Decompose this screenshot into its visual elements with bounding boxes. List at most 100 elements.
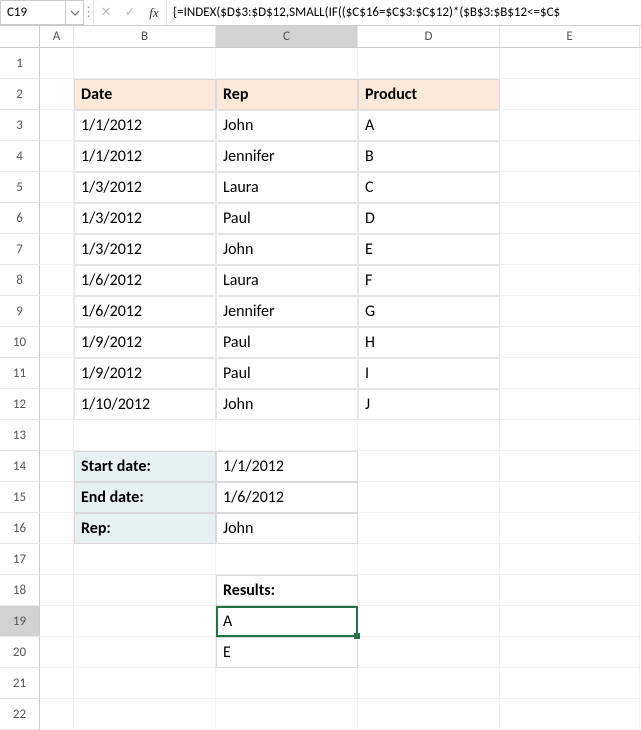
row-header-22[interactable]: 22: [0, 699, 40, 730]
cell-A20[interactable]: [40, 637, 74, 668]
cell-C1[interactable]: [216, 48, 358, 79]
cell-B3[interactable]: 1/1/2012: [74, 110, 216, 141]
cell-A21[interactable]: [40, 668, 74, 699]
cell-A2[interactable]: [40, 79, 74, 110]
row-header-14[interactable]: 14: [0, 451, 40, 482]
cell-C14[interactable]: 1/1/2012: [216, 451, 358, 482]
cell-B2[interactable]: Date: [74, 79, 216, 110]
cell-D8[interactable]: F: [358, 265, 500, 296]
cell-B15[interactable]: End date:: [74, 482, 216, 513]
cell-E7[interactable]: [500, 234, 640, 265]
cell-A18[interactable]: [40, 575, 74, 606]
row-header-2[interactable]: 2: [0, 79, 40, 110]
cell-B6[interactable]: 1/3/2012: [74, 203, 216, 234]
cell-A13[interactable]: [40, 420, 74, 451]
cell-E6[interactable]: [500, 203, 640, 234]
cell-D9[interactable]: G: [358, 296, 500, 327]
cell-D21[interactable]: [358, 668, 500, 699]
cell-C3[interactable]: John: [216, 110, 358, 141]
cell-E3[interactable]: [500, 110, 640, 141]
cell-E20[interactable]: [500, 637, 640, 668]
col-header-D[interactable]: D: [358, 26, 500, 47]
cell-D12[interactable]: J: [358, 389, 500, 420]
cell-C4[interactable]: Jennifer: [216, 141, 358, 172]
cell-C20[interactable]: E: [216, 637, 358, 668]
cell-C17[interactable]: [216, 544, 358, 575]
cell-C13[interactable]: [216, 420, 358, 451]
cell-C15[interactable]: 1/6/2012: [216, 482, 358, 513]
cell-B11[interactable]: 1/9/2012: [74, 358, 216, 389]
cell-D10[interactable]: H: [358, 327, 500, 358]
cell-D6[interactable]: D: [358, 203, 500, 234]
cell-B12[interactable]: 1/10/2012: [74, 389, 216, 420]
cell-E16[interactable]: [500, 513, 640, 544]
col-header-B[interactable]: B: [74, 26, 216, 47]
cell-D16[interactable]: [358, 513, 500, 544]
cell-E4[interactable]: [500, 141, 640, 172]
cell-E15[interactable]: [500, 482, 640, 513]
cell-E1[interactable]: [500, 48, 640, 79]
cell-D7[interactable]: E: [358, 234, 500, 265]
cell-B1[interactable]: [74, 48, 216, 79]
cell-B14[interactable]: Start date:: [74, 451, 216, 482]
row-header-18[interactable]: 18: [0, 575, 40, 606]
cell-E18[interactable]: [500, 575, 640, 606]
row-header-17[interactable]: 17: [0, 544, 40, 575]
row-header-1[interactable]: 1: [0, 48, 40, 79]
cell-C18[interactable]: Results:: [216, 575, 358, 606]
cell-A22[interactable]: [40, 699, 74, 730]
cell-A6[interactable]: [40, 203, 74, 234]
row-header-7[interactable]: 7: [0, 234, 40, 265]
cell-E5[interactable]: [500, 172, 640, 203]
cell-D22[interactable]: [358, 699, 500, 730]
row-header-20[interactable]: 20: [0, 637, 40, 668]
cell-B20[interactable]: [74, 637, 216, 668]
row-header-16[interactable]: 16: [0, 513, 40, 544]
cell-C7[interactable]: John: [216, 234, 358, 265]
row-header-10[interactable]: 10: [0, 327, 40, 358]
row-header-13[interactable]: 13: [0, 420, 40, 451]
cell-E11[interactable]: [500, 358, 640, 389]
cell-A16[interactable]: [40, 513, 74, 544]
row-header-3[interactable]: 3: [0, 110, 40, 141]
cell-C21[interactable]: [216, 668, 358, 699]
cell-A5[interactable]: [40, 172, 74, 203]
cell-E8[interactable]: [500, 265, 640, 296]
cell-D18[interactable]: [358, 575, 500, 606]
cell-B17[interactable]: [74, 544, 216, 575]
cell-A1[interactable]: [40, 48, 74, 79]
name-box[interactable]: C19: [0, 0, 66, 25]
col-header-C[interactable]: C: [216, 26, 358, 47]
cell-D1[interactable]: [358, 48, 500, 79]
cell-B16[interactable]: Rep:: [74, 513, 216, 544]
formula-input[interactable]: {=INDEX($D$3:$D$12,SMALL(IF(($C$16=$C$3:…: [167, 0, 641, 25]
cell-A3[interactable]: [40, 110, 74, 141]
cell-A17[interactable]: [40, 544, 74, 575]
row-header-12[interactable]: 12: [0, 389, 40, 420]
cell-B18[interactable]: [74, 575, 216, 606]
cell-C6[interactable]: Paul: [216, 203, 358, 234]
cell-E2[interactable]: [500, 79, 640, 110]
cell-E13[interactable]: [500, 420, 640, 451]
cell-B5[interactable]: 1/3/2012: [74, 172, 216, 203]
cell-A12[interactable]: [40, 389, 74, 420]
cell-B7[interactable]: 1/3/2012: [74, 234, 216, 265]
cell-B4[interactable]: 1/1/2012: [74, 141, 216, 172]
cell-E17[interactable]: [500, 544, 640, 575]
cell-D19[interactable]: [358, 606, 500, 637]
cell-A4[interactable]: [40, 141, 74, 172]
row-header-21[interactable]: 21: [0, 668, 40, 699]
cell-B19[interactable]: [74, 606, 216, 637]
row-header-4[interactable]: 4: [0, 141, 40, 172]
cell-A8[interactable]: [40, 265, 74, 296]
cell-D13[interactable]: [358, 420, 500, 451]
cell-C19[interactable]: A: [216, 606, 358, 637]
row-header-11[interactable]: 11: [0, 358, 40, 389]
cell-C5[interactable]: Laura: [216, 172, 358, 203]
col-header-A[interactable]: A: [40, 26, 74, 47]
cell-C16[interactable]: John: [216, 513, 358, 544]
cell-E9[interactable]: [500, 296, 640, 327]
cell-D15[interactable]: [358, 482, 500, 513]
cell-C8[interactable]: Laura: [216, 265, 358, 296]
cell-D17[interactable]: [358, 544, 500, 575]
